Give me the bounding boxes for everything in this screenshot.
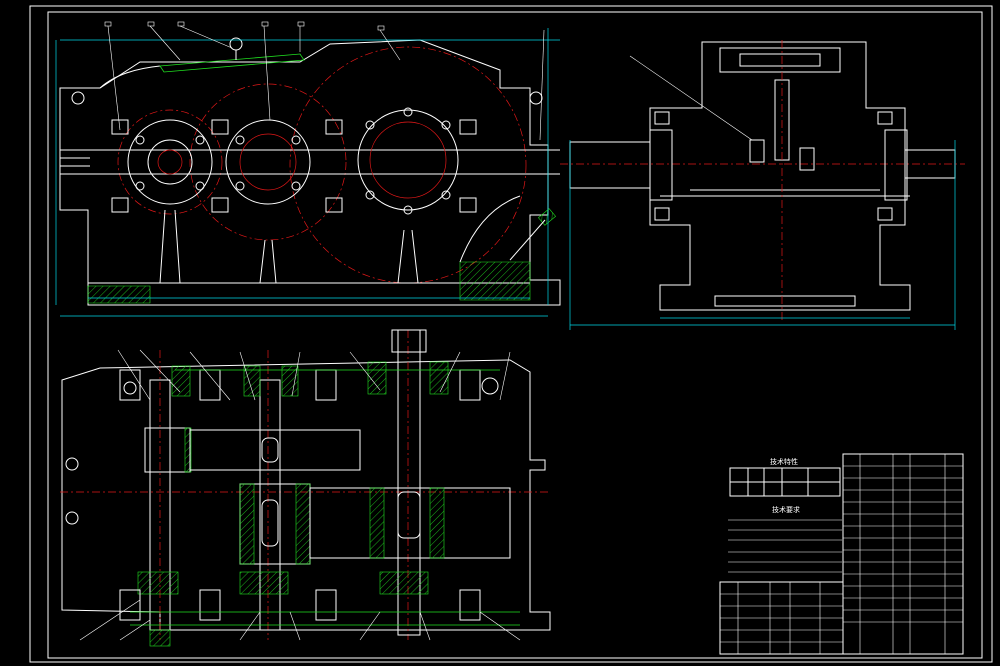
cad-drawing-canvas: 技术特性 技术要求 bbox=[0, 0, 1000, 666]
gearbox-assembly-drawing: 技术特性 技术要求 bbox=[29, 5, 993, 663]
tech-table-title: 技术特性 bbox=[770, 457, 798, 466]
tech-req-title: 技术要求 bbox=[772, 505, 800, 514]
title-block: 技术特性 技术要求 bbox=[719, 453, 964, 655]
inner-frame bbox=[47, 11, 983, 659]
outer-frame bbox=[29, 5, 993, 663]
front-view bbox=[55, 21, 561, 317]
side-view bbox=[560, 40, 965, 330]
plan-section-view bbox=[60, 329, 551, 647]
